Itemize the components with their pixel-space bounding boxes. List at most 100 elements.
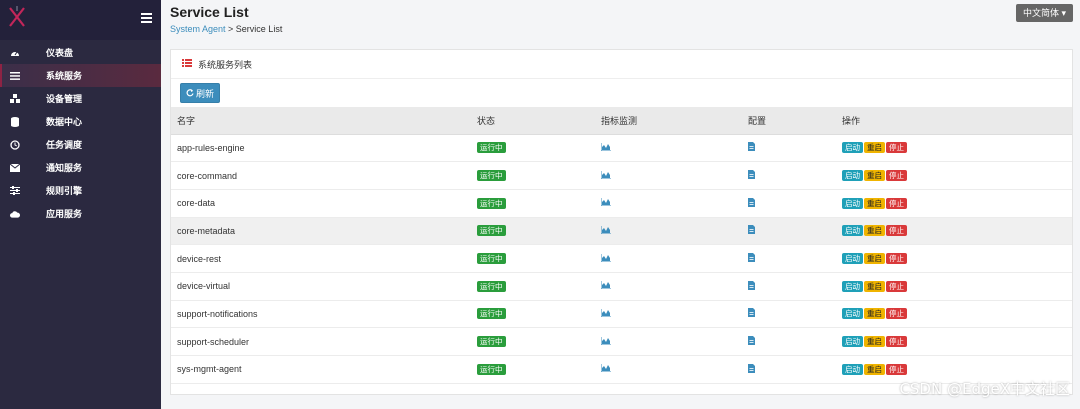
restart-button[interactable]: 重启 [864,170,885,182]
restart-button[interactable]: 重启 [864,197,885,209]
stop-button[interactable]: 停止 [886,253,907,265]
actions-cell: 启动 重启 停止 [836,161,1072,190]
sidebar-item-rule-engine[interactable]: 规则引擎 [0,179,161,202]
status-badge: 运行中 [477,363,506,375]
status-cell: 运行中 [471,161,595,190]
start-button[interactable]: 启动 [842,253,863,265]
sidebar-item-application-service[interactable]: 应用服务 [0,202,161,225]
area-chart-icon[interactable] [600,198,611,207]
restart-button[interactable]: 重启 [864,336,885,348]
restart-button[interactable]: 重启 [864,253,885,265]
file-icon[interactable] [748,363,755,373]
service-name: core-metadata [171,217,471,246]
panel-header: 系统服务列表 [171,50,1072,79]
column-header-status: 状态 [471,107,595,135]
panel-toolbar: 刷新 [171,79,1072,107]
sidebar-item-device-management[interactable]: 设备管理 [0,87,161,110]
sidebar-item-data-center[interactable]: 数据中心 [0,110,161,133]
start-button[interactable]: 启动 [842,225,863,237]
file-icon[interactable] [748,170,755,180]
actions-cell: 启动 重启 停止 [836,189,1072,218]
stop-button[interactable]: 停止 [886,142,907,154]
actions-cell: 启动 重启 停止 [836,327,1072,356]
metrics-cell [595,189,742,218]
restart-button[interactable]: 重启 [864,363,885,375]
sidebar-item-system-services[interactable]: 系统服务 [0,64,161,87]
sidebar-item-task-scheduling[interactable]: 任务调度 [0,133,161,156]
start-button[interactable]: 启动 [842,197,863,209]
sidebar-item-notification-service[interactable]: 通知服务 [0,156,161,179]
table-row: core-command 运行中 启动 重启 停止 [171,161,1072,190]
area-chart-icon[interactable] [600,253,611,263]
service-name: device-virtual [171,272,471,301]
edgex-logo[interactable] [8,6,26,28]
page-header: Service List System Agent > Service List… [161,0,1080,40]
stop-button[interactable]: 停止 [886,280,907,292]
start-button[interactable]: 启动 [842,170,863,182]
status-badge: 运行中 [477,197,506,209]
status-cell: 运行中 [471,134,595,163]
status-badge: 运行中 [477,225,506,237]
file-icon[interactable] [748,253,755,263]
area-chart-icon[interactable] [600,308,611,318]
area-chart-icon[interactable] [600,142,611,152]
sliders-icon [10,186,20,196]
metrics-cell [595,355,742,384]
breadcrumb-link-system-agent[interactable]: System Agent [170,24,226,34]
restart-button[interactable]: 重启 [864,280,885,292]
service-list-panel: 系统服务列表 刷新 名字 状态 指标监测 配置 操作 app-rules-eng… [170,49,1073,395]
sidebar-item-dashboard[interactable]: 仪表盘 [0,41,161,64]
area-chart-icon[interactable] [600,364,611,373]
table-row: support-notifications 运行中 启动 重启 停止 [171,300,1072,329]
area-chart-icon[interactable] [600,170,611,180]
start-button[interactable]: 启动 [842,363,863,375]
metrics-cell [595,272,742,301]
sidebar: 仪表盘 系统服务 设备管理 数据中心 任务调度 通知服务 规则引擎 应用服务 [0,0,161,409]
stop-button[interactable]: 停止 [886,170,907,182]
file-icon[interactable] [748,142,755,152]
refresh-button[interactable]: 刷新 [180,83,221,103]
sidebar-item-label: 数据中心 [46,117,83,127]
status-badge: 运行中 [477,142,506,154]
file-icon[interactable] [748,197,755,207]
status-cell: 运行中 [471,272,595,301]
language-dropdown[interactable]: 中文简体 ▾ [1015,4,1073,22]
start-button[interactable]: 启动 [842,280,863,292]
start-button[interactable]: 启动 [842,336,863,348]
metrics-cell [595,300,742,329]
stop-button[interactable]: 停止 [886,225,907,237]
stop-button[interactable]: 停止 [886,197,907,209]
watermark: CSDN @EdgeX中文社区 [899,380,1070,398]
config-cell [742,327,836,356]
dashboard-icon [10,48,20,58]
file-icon[interactable] [748,308,755,318]
sidebar-item-label: 应用服务 [46,209,83,219]
table-body: app-rules-engine 运行中 启动 重启 停止 core-command… [171,134,1072,384]
metrics-cell [595,134,742,163]
restart-button[interactable]: 重启 [864,142,885,154]
cloud-icon [10,209,20,219]
caret-down-icon: ▾ [1061,8,1066,18]
file-icon[interactable] [748,280,755,290]
file-icon[interactable] [748,225,755,235]
area-chart-icon[interactable] [600,336,611,346]
restart-button[interactable]: 重启 [864,308,885,320]
start-button[interactable]: 启动 [842,142,863,154]
start-button[interactable]: 启动 [842,308,863,320]
table-row: core-metadata 运行中 启动 重启 停止 [171,217,1072,246]
menu-toggle-icon[interactable] [141,13,152,23]
actions-cell: 启动 重启 停止 [836,300,1072,329]
restart-button[interactable]: 重启 [864,225,885,237]
stop-button[interactable]: 停止 [886,363,907,375]
stop-button[interactable]: 停止 [886,308,907,320]
service-name: sys-mgmt-agent [171,355,471,384]
status-cell: 运行中 [471,355,595,384]
metrics-cell [595,327,742,356]
metrics-cell [595,161,742,190]
service-name: support-scheduler [171,327,471,356]
file-icon[interactable] [748,336,755,346]
actions-cell: 启动 重启 停止 [836,134,1072,163]
area-chart-icon[interactable] [600,225,611,235]
stop-button[interactable]: 停止 [886,336,907,348]
area-chart-icon[interactable] [600,281,611,290]
